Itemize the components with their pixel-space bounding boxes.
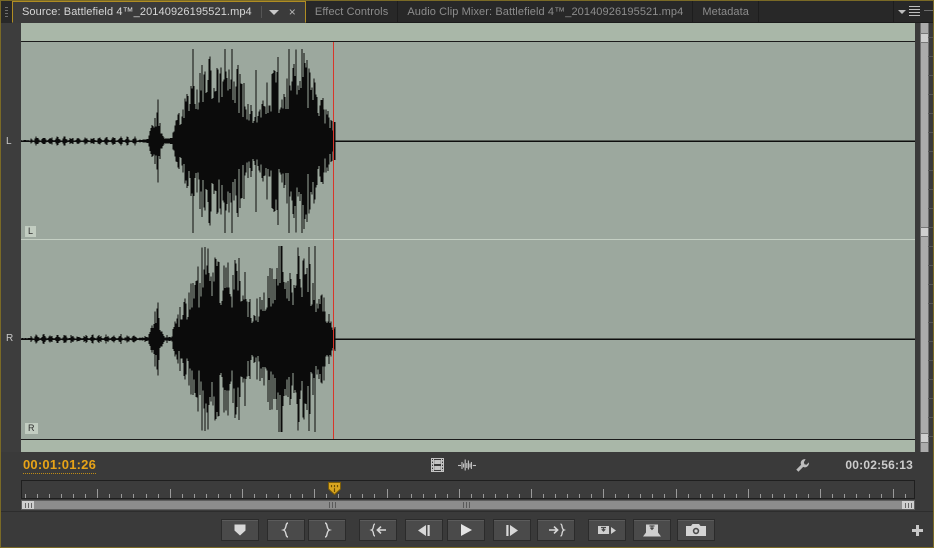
channel-gutter: L R bbox=[1, 23, 21, 452]
camera-icon bbox=[686, 523, 706, 537]
gutter-label-left: L bbox=[6, 136, 12, 147]
tab-audio-clip-mixer-label: Audio Clip Mixer: Battlefield 4™_2014092… bbox=[407, 5, 684, 18]
close-icon[interactable]: × bbox=[289, 6, 296, 18]
timecode-center-icons bbox=[431, 458, 476, 472]
panel-drag-grip[interactable] bbox=[1, 1, 12, 23]
hscroll-right-handle[interactable] bbox=[902, 501, 914, 509]
overwrite-button[interactable] bbox=[633, 519, 671, 541]
wrench-icon[interactable] bbox=[795, 458, 810, 473]
waveform-icon[interactable] bbox=[458, 458, 476, 472]
export-frame-button[interactable] bbox=[677, 519, 715, 541]
go-to-out-button[interactable] bbox=[537, 519, 575, 541]
duration-timecode[interactable]: 00:02:56:13 bbox=[845, 458, 913, 472]
audio-waveform-display[interactable]: L R bbox=[21, 23, 915, 452]
playhead-line[interactable] bbox=[333, 42, 334, 439]
time-ruler-area bbox=[1, 479, 933, 511]
chevron-down-icon[interactable] bbox=[268, 9, 279, 15]
mark-out-brace-icon bbox=[321, 522, 333, 538]
overwrite-icon bbox=[642, 523, 662, 538]
filmstrip-icon[interactable] bbox=[431, 458, 444, 472]
vertical-scrollbar[interactable] bbox=[915, 23, 933, 452]
insert-button[interactable] bbox=[588, 519, 626, 541]
go-to-in-icon bbox=[368, 523, 388, 537]
waveform-right-path bbox=[21, 245, 915, 433]
tab-metadata-label: Metadata bbox=[702, 5, 750, 18]
tab-source-label: Source: Battlefield 4™_20140926195521.mp… bbox=[22, 6, 252, 18]
go-to-in-button[interactable] bbox=[359, 519, 397, 541]
horizontal-scrollbar[interactable] bbox=[21, 500, 915, 510]
step-back-button[interactable] bbox=[405, 519, 443, 541]
vertical-scroll-grip-bottom[interactable] bbox=[920, 433, 929, 443]
mark-in-brace-icon bbox=[280, 522, 292, 538]
current-timecode[interactable]: 00:01:01:26 bbox=[23, 457, 97, 474]
grip-bars-icon bbox=[5, 6, 8, 18]
add-marker-button[interactable] bbox=[221, 519, 259, 541]
panel-menu-icon[interactable] bbox=[894, 1, 924, 22]
waveform-channel-left: L bbox=[21, 43, 915, 239]
transport-toolbar bbox=[1, 511, 933, 547]
marker-shield-icon bbox=[233, 523, 247, 537]
play-stop-button[interactable] bbox=[447, 519, 485, 541]
vertical-scroll-grip-top[interactable] bbox=[920, 33, 929, 43]
panel-menu-caret-icon bbox=[898, 9, 906, 14]
step-forward-icon bbox=[504, 524, 520, 537]
panel-right-grip[interactable] bbox=[924, 1, 933, 22]
channel-tag-left: L bbox=[25, 226, 37, 237]
vertical-scroll-grip-mid[interactable] bbox=[920, 227, 929, 237]
tab-audio-clip-mixer[interactable]: Audio Clip Mixer: Battlefield 4™_2014092… bbox=[398, 1, 694, 22]
tab-effect-controls[interactable]: Effect Controls bbox=[305, 1, 399, 22]
go-to-out-icon bbox=[547, 523, 566, 537]
step-back-icon bbox=[416, 524, 432, 537]
current-time-indicator[interactable] bbox=[328, 482, 341, 495]
source-monitor-panel: Source: Battlefield 4™_20140926195521.mp… bbox=[0, 0, 934, 548]
hscroll-grip-left[interactable] bbox=[328, 501, 337, 509]
mark-out-button[interactable] bbox=[308, 519, 346, 541]
mark-in-button[interactable] bbox=[267, 519, 305, 541]
panel-menu-lines-icon bbox=[909, 5, 920, 18]
button-editor-plus[interactable] bbox=[912, 525, 923, 536]
time-ruler[interactable] bbox=[21, 480, 915, 499]
tab-bar-filler bbox=[759, 1, 894, 22]
tab-separator bbox=[260, 6, 262, 18]
waveform-channel-right: R bbox=[21, 240, 915, 438]
waveform-bottom-strip bbox=[21, 439, 915, 452]
channel-tag-right: R bbox=[25, 423, 38, 434]
gutter-label-right: R bbox=[6, 333, 14, 344]
timecode-bar: 00:01:01:26 00:02:56:13 bbox=[1, 452, 933, 479]
insert-icon bbox=[597, 523, 617, 538]
panel-tab-bar: Source: Battlefield 4™_20140926195521.mp… bbox=[1, 1, 933, 23]
vertical-scroll-track[interactable] bbox=[920, 23, 929, 452]
tab-source[interactable]: Source: Battlefield 4™_20140926195521.mp… bbox=[12, 1, 306, 23]
waveform-top-strip bbox=[21, 23, 915, 42]
hscroll-left-handle[interactable] bbox=[22, 501, 34, 509]
waveform-left-path bbox=[21, 48, 915, 234]
tab-metadata[interactable]: Metadata bbox=[693, 1, 760, 22]
tab-effect-controls-label: Effect Controls bbox=[314, 5, 389, 18]
play-icon bbox=[459, 523, 473, 537]
source-monitor-viewer[interactable]: L R L R bbox=[1, 23, 933, 452]
hscroll-grip-right[interactable] bbox=[462, 501, 471, 509]
step-forward-button[interactable] bbox=[493, 519, 531, 541]
